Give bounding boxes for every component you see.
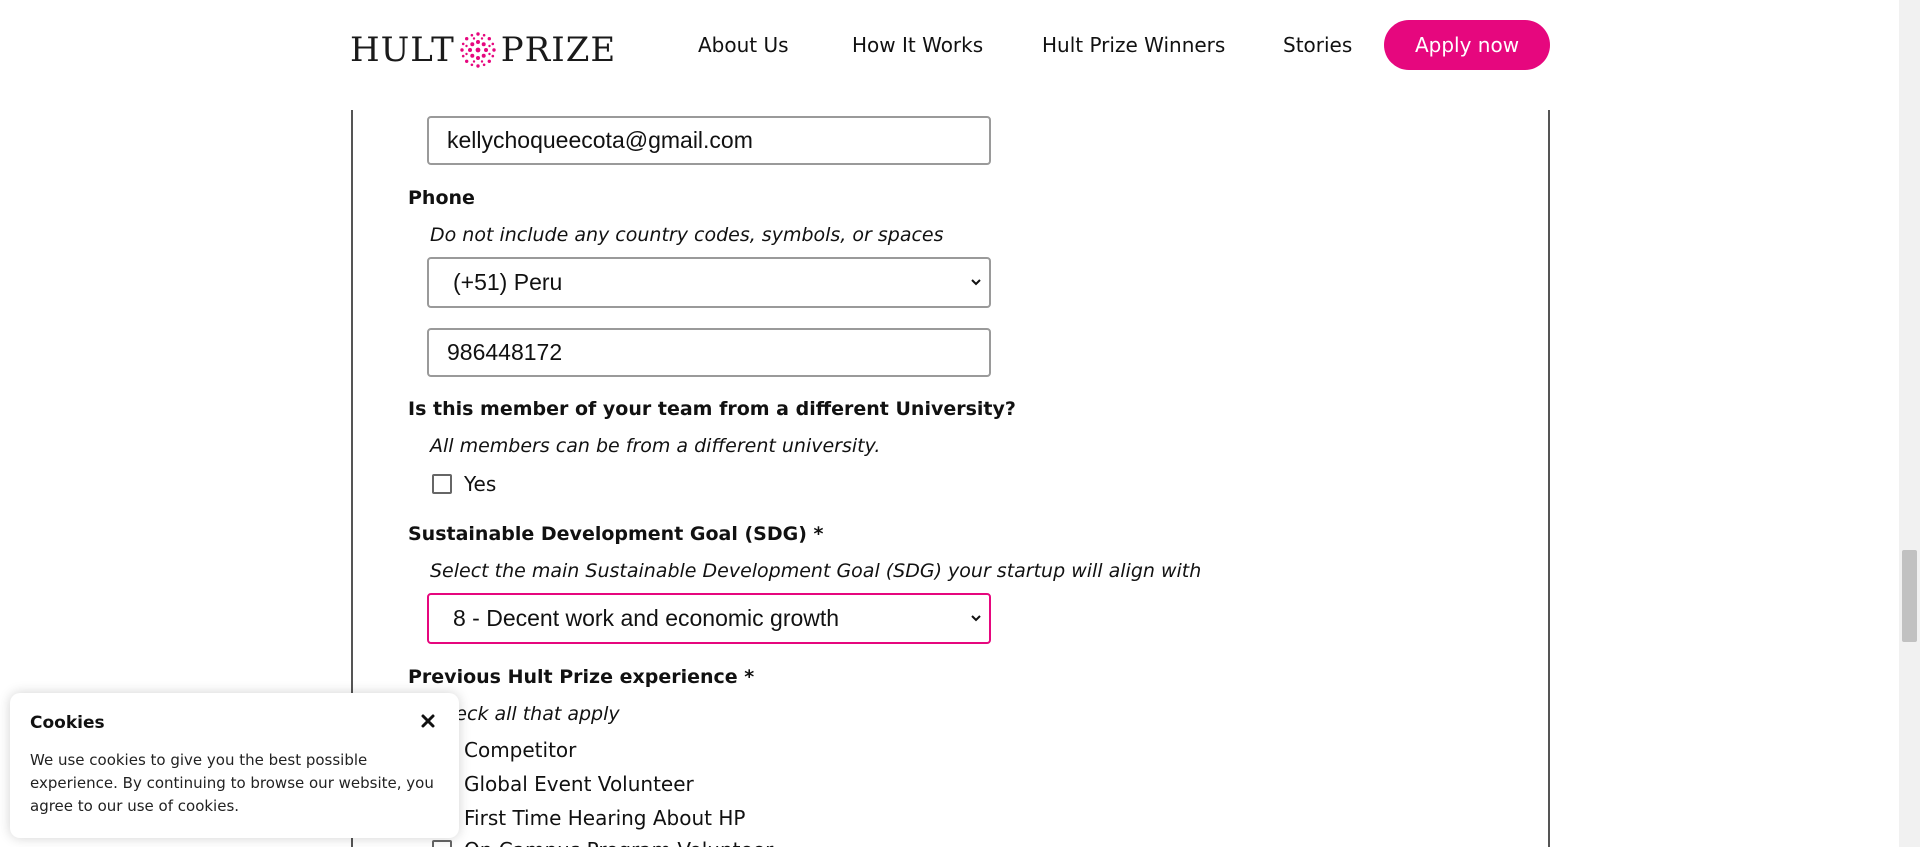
experience-option-label: First Time Hearing About HP [464, 806, 746, 830]
email-input[interactable] [427, 116, 991, 165]
university-yes-option[interactable]: Yes [432, 470, 496, 498]
cookie-banner: Cookies We use cookies to give you the b… [10, 693, 459, 838]
close-icon[interactable] [418, 711, 438, 731]
experience-option-label: On Campus Program Volunteer [464, 838, 773, 847]
apply-now-button[interactable]: Apply now [1384, 20, 1550, 70]
site-header: HULT PRIZE About Us How It Works Hult Pr… [0, 0, 1899, 110]
sdg-select[interactable]: 8 - Decent work and economic growth [427, 593, 991, 644]
experience-option[interactable]: First Time Hearing About HP [432, 804, 745, 832]
form-frame-right-border [1548, 110, 1550, 847]
experience-campus-volunteer-checkbox[interactable] [432, 840, 452, 847]
country-code-value: (+51) Peru [453, 269, 563, 295]
page: HULT PRIZE About Us How It Works Hult Pr… [0, 0, 1920, 847]
chevron-down-icon [971, 614, 981, 621]
sdg-selected-value: 8 - Decent work and economic growth [453, 605, 840, 631]
university-yes-checkbox[interactable] [432, 474, 452, 494]
logo-text-right: PRIZE [500, 30, 617, 70]
university-label: Is this member of your team from a diffe… [408, 398, 1016, 420]
cookie-title: Cookies [30, 713, 105, 733]
nav-how-it-works[interactable]: How It Works [852, 33, 983, 57]
cookie-message: We use cookies to give you the best poss… [30, 751, 434, 815]
nav-about-us[interactable]: About Us [698, 33, 789, 57]
page-scrollbar[interactable] [1899, 0, 1920, 847]
experience-label: Previous Hult Prize experience * [408, 666, 755, 688]
phone-number-input[interactable] [427, 328, 991, 377]
university-yes-label: Yes [464, 472, 497, 496]
university-help-text: All members can be from a different univ… [430, 435, 881, 457]
experience-option[interactable]: Global Event Volunteer [432, 770, 694, 798]
logo-text-left: HULT [350, 30, 455, 70]
scrollbar-thumb[interactable] [1902, 550, 1917, 642]
nav-stories[interactable]: Stories [1283, 33, 1352, 57]
sdg-help-text: Select the main Sustainable Development … [430, 560, 1202, 582]
phone-help-text: Do not include any country codes, symbol… [430, 224, 944, 246]
nav-hult-prize-winners[interactable]: Hult Prize Winners [1042, 33, 1225, 57]
chevron-down-icon [971, 278, 981, 285]
phone-label: Phone [408, 187, 475, 209]
experience-option-label: Competitor [464, 738, 577, 762]
experience-option-label: Global Event Volunteer [464, 772, 694, 796]
burst-dots-icon [460, 32, 496, 68]
sdg-label: Sustainable Development Goal (SDG) * [408, 523, 824, 545]
country-code-select[interactable]: (+51) Peru [427, 257, 991, 308]
experience-option[interactable]: On Campus Program Volunteer [432, 836, 773, 847]
hult-prize-logo[interactable]: HULT PRIZE [350, 30, 616, 70]
